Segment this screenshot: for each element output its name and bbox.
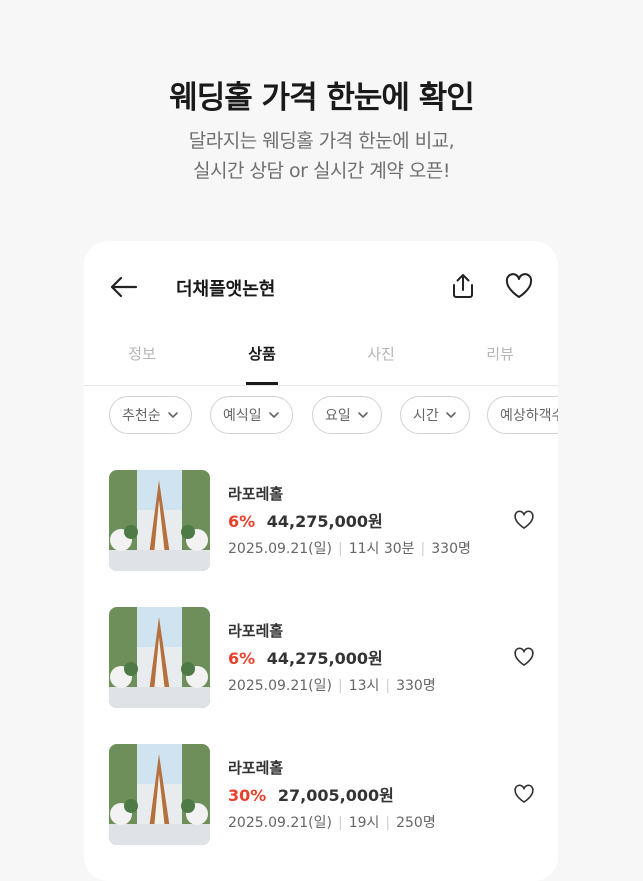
tab-photos[interactable]: 사진: [331, 343, 431, 364]
filter-day-label: 요일: [325, 408, 351, 424]
wedding-time: 11시 30분: [348, 541, 415, 557]
guest-count: 330명: [431, 541, 471, 557]
wedding-date: 2025.09.21(일): [228, 678, 332, 694]
hall-name: 라포레홀: [228, 485, 284, 503]
meta-divider: |: [337, 541, 343, 557]
product-list-item[interactable]: 라포레홀 6% 44,275,000원 2025.09.21(일) | 11시 30…: [109, 470, 539, 572]
discount-rate: 6%: [228, 512, 256, 531]
tab-bar: 정보 상품 사진 리뷰: [84, 331, 558, 386]
tab-reviews[interactable]: 리뷰: [450, 343, 550, 364]
back-arrow-icon[interactable]: [108, 271, 140, 303]
favorite-heart-icon[interactable]: [513, 509, 535, 531]
product-meta: 2025.09.21(일) | 11시 30분 | 330명: [228, 538, 471, 558]
hall-thumbnail[interactable]: [109, 744, 210, 845]
promo-subtitle: 달라지는 웨딩홀 가격 한눈에 비교, 실시간 상담 or 실시간 계약 오픈!: [0, 126, 643, 186]
wedding-date: 2025.09.21(일): [228, 815, 332, 831]
price-row: 30% 27,005,000원: [228, 782, 394, 806]
top-bar: 더채플앳논현: [84, 241, 558, 331]
promo-subtitle-line1: 달라지는 웨딩홀 가격 한눈에 비교,: [188, 130, 455, 152]
guest-count: 330명: [396, 678, 436, 694]
active-tab-indicator: [246, 382, 278, 385]
heart-icon[interactable]: [504, 271, 534, 301]
app-screen-card: 더채플앳논현 정보 상품 사진 리뷰 추천순 예식일 요일 시간 예상하객수 라…: [84, 241, 558, 881]
wedding-time: 19시: [348, 815, 380, 831]
filter-time[interactable]: 시간: [400, 396, 470, 434]
price-row: 6% 44,275,000원: [228, 508, 383, 532]
filter-sort-label: 추천순: [122, 408, 161, 424]
hall-thumbnail[interactable]: [109, 470, 210, 571]
product-meta: 2025.09.21(일) | 19시 | 250명: [228, 812, 436, 832]
discount-rate: 6%: [228, 649, 256, 668]
favorite-heart-icon[interactable]: [513, 783, 535, 805]
meta-divider: |: [385, 815, 391, 831]
product-list-item[interactable]: 라포레홀 6% 44,275,000원 2025.09.21(일) | 13시 | 33…: [109, 607, 539, 709]
hall-name: 라포레홀: [228, 759, 284, 777]
meta-divider: |: [337, 678, 343, 694]
promo-subtitle-line2: 실시간 상담 or 실시간 계약 오픈!: [192, 160, 451, 182]
tab-info[interactable]: 정보: [92, 343, 192, 364]
wedding-date: 2025.09.21(일): [228, 541, 332, 557]
favorite-heart-icon[interactable]: [513, 646, 535, 668]
filter-sort[interactable]: 추천순: [109, 396, 192, 434]
filter-time-label: 시간: [413, 408, 439, 424]
meta-divider: |: [337, 815, 343, 831]
price: 27,005,000원: [277, 786, 394, 805]
meta-divider: |: [385, 678, 391, 694]
hall-thumbnail[interactable]: [109, 607, 210, 708]
price: 44,275,000원: [266, 512, 383, 531]
tab-products[interactable]: 상품: [212, 343, 312, 364]
filter-wedding-date-label: 예식일: [223, 408, 262, 424]
share-icon[interactable]: [448, 271, 478, 301]
filter-guest-count[interactable]: 예상하객수: [487, 396, 558, 434]
venue-title: 더채플앳논현: [176, 279, 276, 300]
chevron-down-icon: [445, 412, 456, 418]
chevron-down-icon: [268, 412, 279, 418]
price-row: 6% 44,275,000원: [228, 645, 383, 669]
meta-divider: |: [420, 541, 426, 557]
filter-wedding-date[interactable]: 예식일: [210, 396, 293, 434]
filter-guest-count-label: 예상하객수: [500, 408, 558, 424]
filter-bar: 추천순 예식일 요일 시간 예상하객수: [109, 396, 558, 438]
promo-title: 웨딩홀 가격 한눈에 확인: [169, 80, 475, 116]
chevron-down-icon: [357, 412, 368, 418]
guest-count: 250명: [396, 815, 436, 831]
chevron-down-icon: [167, 412, 178, 418]
discount-rate: 30%: [228, 786, 267, 805]
product-list-item[interactable]: 라포레홀 30% 27,005,000원 2025.09.21(일) | 19시 | 2…: [109, 744, 539, 846]
filter-day[interactable]: 요일: [312, 396, 382, 434]
wedding-time: 13시: [348, 678, 380, 694]
hall-name: 라포레홀: [228, 622, 284, 640]
price: 44,275,000원: [266, 649, 383, 668]
product-meta: 2025.09.21(일) | 13시 | 330명: [228, 675, 436, 695]
